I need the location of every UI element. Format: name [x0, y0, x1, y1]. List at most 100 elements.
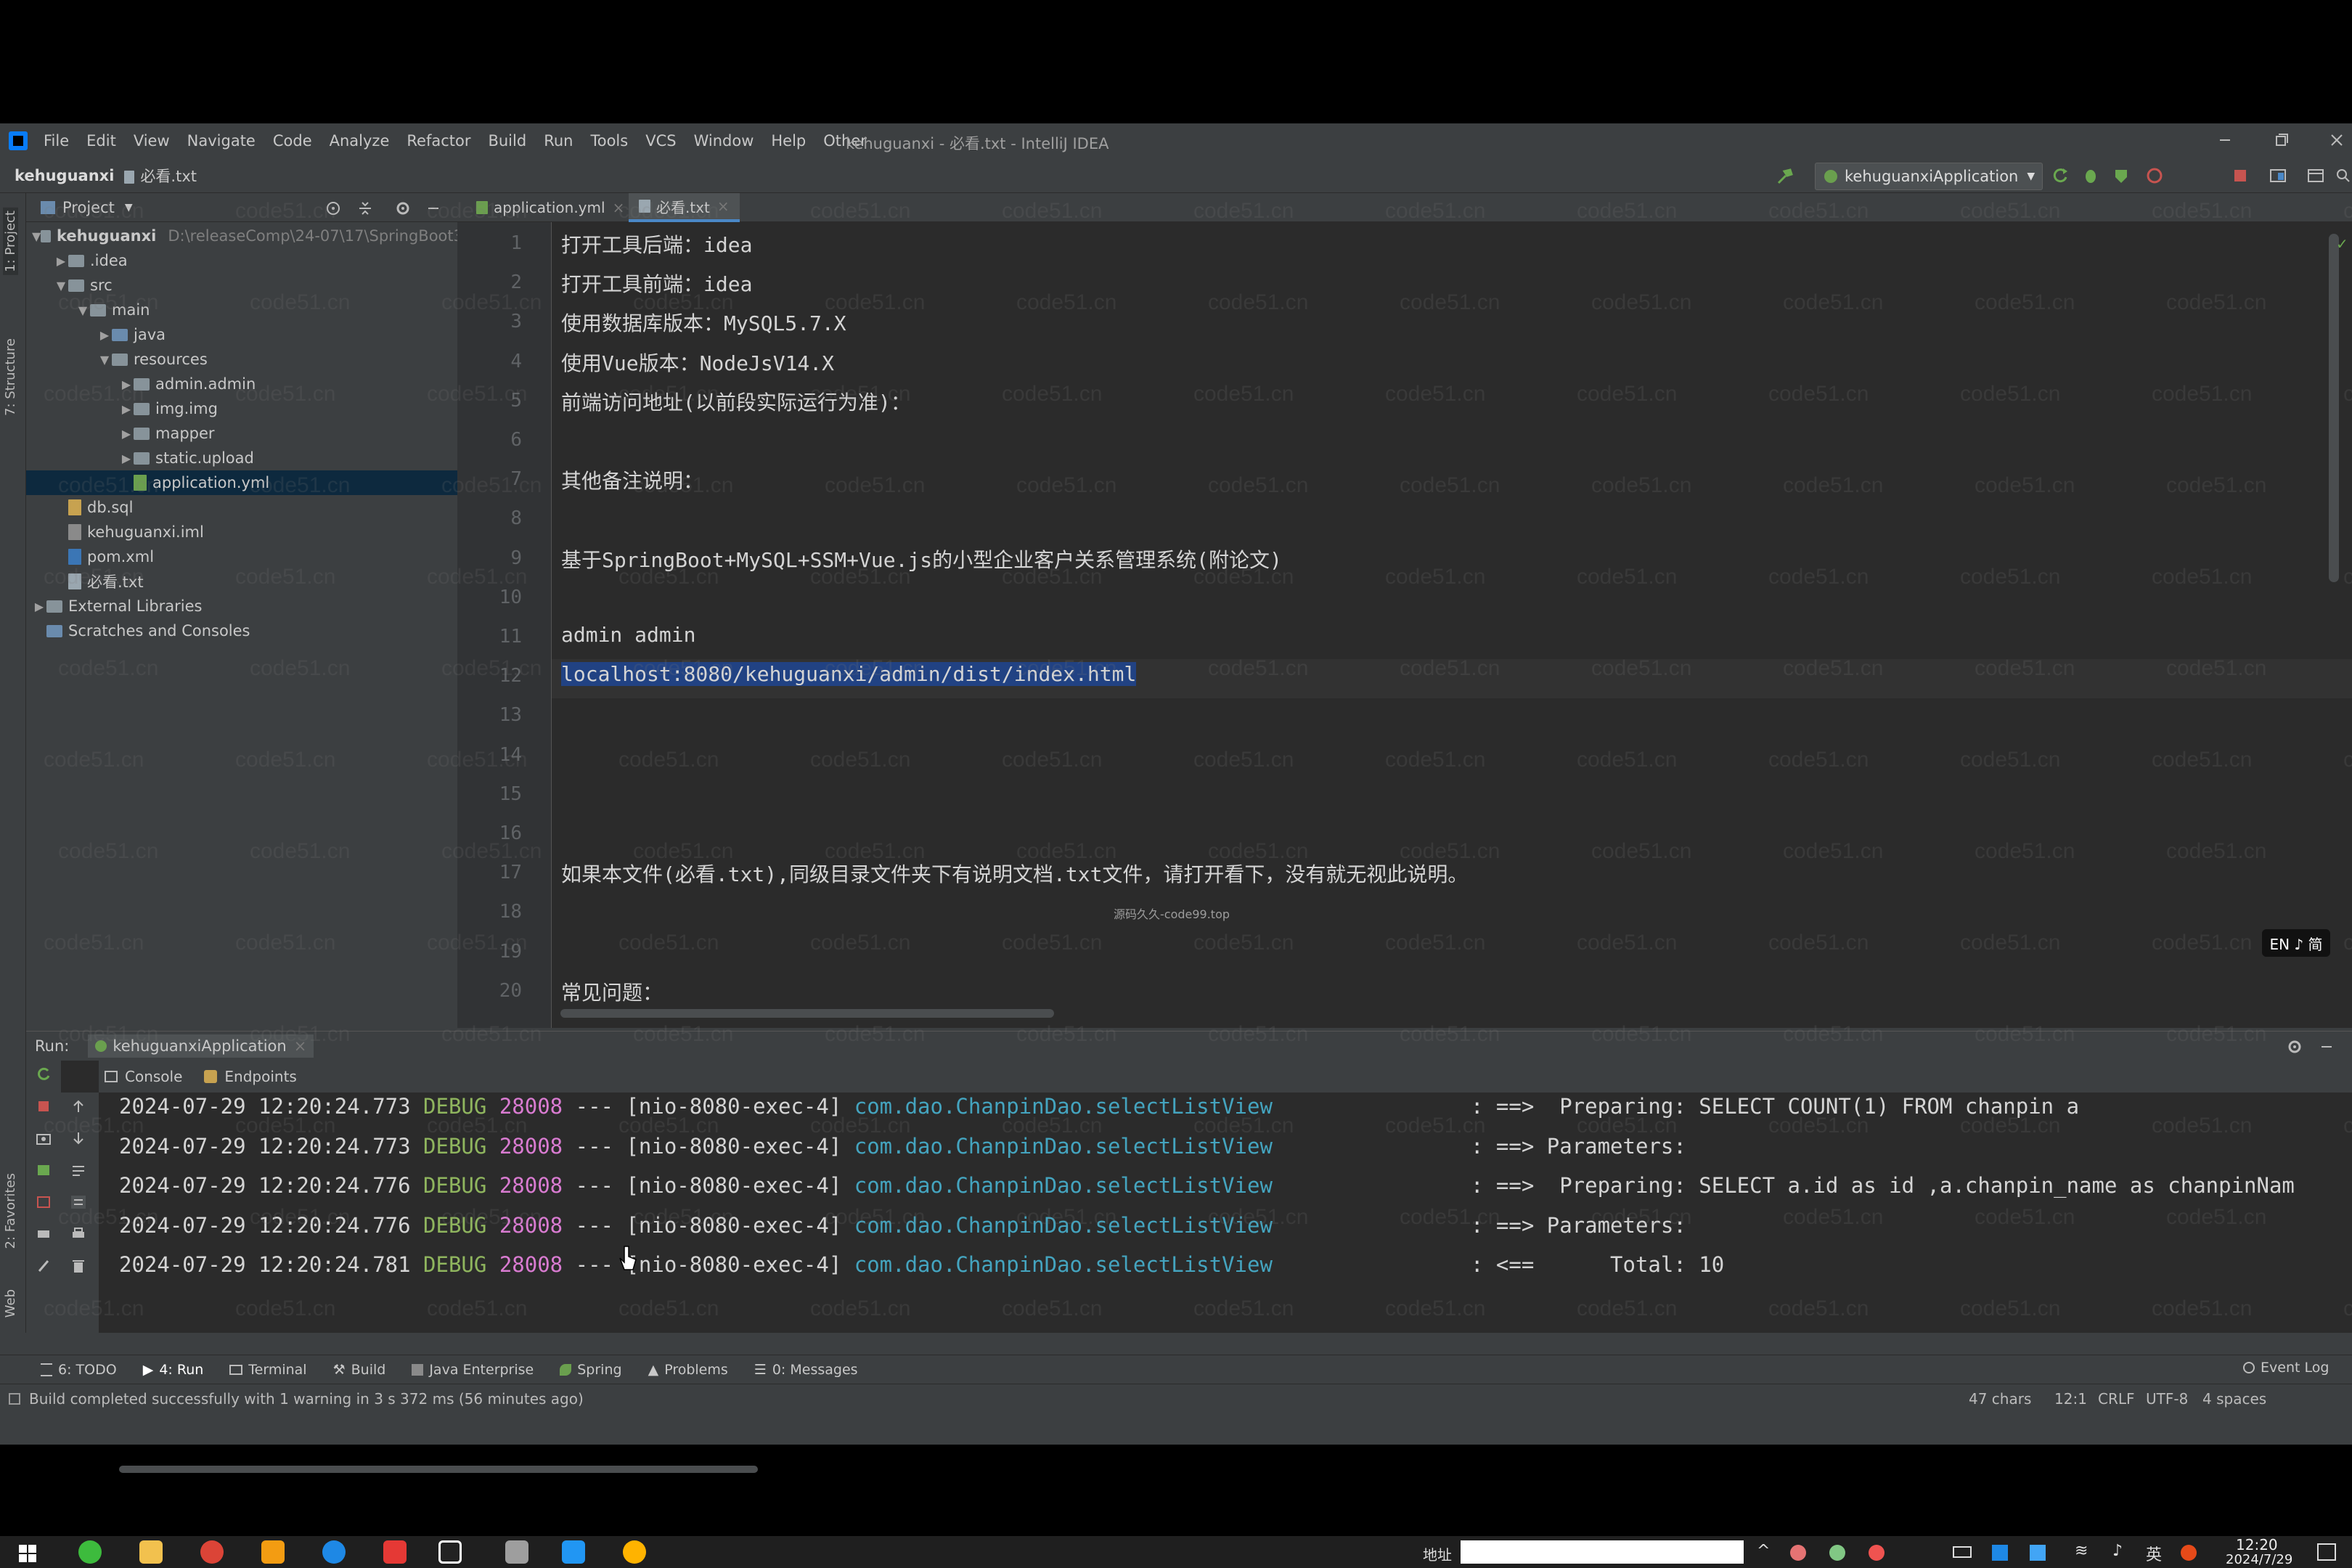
inspection-ok-icon[interactable]: ✓: [2336, 235, 2348, 253]
menu-file[interactable]: File: [35, 132, 78, 150]
windows-start-icon[interactable]: [17, 1543, 38, 1564]
run-tab-app[interactable]: kehuguanxiApplication ×: [88, 1034, 314, 1058]
app-window-icon[interactable]: [505, 1540, 528, 1564]
gear-icon[interactable]: [393, 199, 412, 218]
tab-terminal[interactable]: Terminal: [229, 1362, 307, 1378]
tray-app-icon[interactable]: [1790, 1545, 1806, 1561]
volume-icon[interactable]: ♪: [2112, 1542, 2123, 1560]
chevron-down-icon[interactable]: ▼: [75, 303, 90, 317]
gear-icon[interactable]: [2285, 1037, 2304, 1056]
wifi-icon[interactable]: ≋: [2075, 1542, 2088, 1560]
exit-icon[interactable]: [35, 1194, 52, 1210]
selected-text[interactable]: localhost:8080/kehuguanxi/admin/dist/ind…: [561, 662, 1137, 687]
debug-app-icon[interactable]: [35, 1162, 52, 1178]
menu-help[interactable]: Help: [762, 132, 814, 150]
status-caret-position[interactable]: 12:1: [2054, 1390, 2087, 1408]
chevron-right-icon[interactable]: ▶: [119, 377, 134, 391]
tree-item[interactable]: ▼ main: [26, 298, 507, 322]
chevron-right-icon[interactable]: ▶: [119, 452, 134, 465]
chevron-down-icon[interactable]: ▼: [54, 279, 68, 293]
tray-app-icon[interactable]: [1869, 1545, 1885, 1561]
yellow-app-icon[interactable]: [623, 1540, 646, 1564]
chevron-down-icon[interactable]: ▼: [32, 229, 41, 243]
editor-vertical-scrollbar[interactable]: [2329, 234, 2339, 582]
restore-icon[interactable]: [2271, 129, 2292, 151]
menu-analyze[interactable]: Analyze: [321, 132, 399, 150]
ime-indicator[interactable]: EN ♪ 简: [2262, 929, 2330, 957]
chevron-down-icon[interactable]: ▼: [125, 202, 133, 213]
tab-java-enterprise[interactable]: Java Enterprise: [412, 1362, 534, 1378]
editor-horizontal-scrollbar[interactable]: [560, 1009, 1054, 1018]
address-input[interactable]: [1461, 1540, 1744, 1564]
tab-project-tool[interactable]: 1: Project: [3, 208, 18, 275]
menu-edit[interactable]: Edit: [78, 132, 125, 150]
notification-icon[interactable]: [2317, 1543, 2336, 1561]
menu-code[interactable]: Code: [264, 132, 321, 150]
search-icon[interactable]: [2335, 166, 2352, 186]
menu-build[interactable]: Build: [479, 132, 535, 150]
tree-item[interactable]: pom.xml: [26, 544, 485, 569]
menu-run[interactable]: Run: [535, 132, 581, 150]
chevron-right-icon[interactable]: ▶: [119, 402, 134, 416]
tray-app-icon[interactable]: [1829, 1545, 1845, 1561]
tab-console[interactable]: Console: [105, 1068, 182, 1085]
tab-bikan-txt[interactable]: 必看.txt ×: [629, 193, 740, 222]
chevron-right-icon[interactable]: ▶: [54, 254, 68, 268]
camera-icon[interactable]: [35, 1130, 52, 1146]
menu-window[interactable]: Window: [685, 132, 763, 150]
stop-icon[interactable]: [2230, 166, 2250, 186]
arrow-down-icon[interactable]: [70, 1130, 87, 1146]
chevron-right-icon[interactable]: ▶: [32, 600, 46, 613]
tree-item[interactable]: ▼ kehuguanxi D:\releaseComp\24-07\17\Sprin…: [26, 224, 463, 248]
sublime-icon[interactable]: [261, 1540, 285, 1564]
project-structure-icon[interactable]: [2268, 166, 2288, 186]
menu-vcs[interactable]: VCS: [637, 132, 685, 150]
tab-close-icon[interactable]: ×: [294, 1037, 307, 1055]
keyboard-icon[interactable]: [1953, 1546, 1972, 1558]
tab-structure-tool[interactable]: 7: Structure: [3, 338, 18, 416]
qq-browser-icon[interactable]: [562, 1540, 585, 1564]
tray-app-icon[interactable]: [2030, 1545, 2046, 1561]
status-message[interactable]: Build completed successfully with 1 warn…: [29, 1390, 584, 1408]
pin-icon[interactable]: [35, 1258, 52, 1274]
clock-date[interactable]: 2024/7/29: [2226, 1552, 2292, 1567]
breadcrumb-project[interactable]: kehuguanxi: [0, 167, 114, 184]
wps-icon[interactable]: [383, 1540, 407, 1564]
coverage-icon[interactable]: [2111, 166, 2131, 186]
clock-time[interactable]: 12:20: [2236, 1536, 2278, 1553]
tree-item[interactable]: ▼ src: [26, 273, 485, 298]
menu-view[interactable]: View: [125, 132, 179, 150]
tree-item[interactable]: ▶ External Libraries: [26, 594, 463, 618]
tray-app-icon[interactable]: [1992, 1545, 2008, 1561]
tray-app-icon[interactable]: [2181, 1545, 2197, 1561]
arrow-up-icon[interactable]: [70, 1098, 87, 1114]
tree-item[interactable]: Scratches and Consoles: [26, 618, 463, 643]
tree-item[interactable]: ▶ .idea: [26, 248, 485, 273]
tab-application-yml[interactable]: application.yml ×: [466, 193, 634, 222]
collapse-all-icon[interactable]: [356, 199, 375, 218]
minimize-icon[interactable]: [2214, 129, 2236, 151]
hide-panel-icon[interactable]: [2317, 1037, 2336, 1056]
status-encoding[interactable]: UTF-8: [2146, 1390, 2188, 1408]
tab-spring[interactable]: Spring: [560, 1362, 622, 1378]
chevron-right-icon[interactable]: ▶: [119, 427, 134, 441]
print-icon[interactable]: [70, 1226, 87, 1242]
console-horizontal-scrollbar[interactable]: [119, 1466, 758, 1473]
layout-icon[interactable]: [2306, 166, 2326, 186]
tab-web-tool[interactable]: Web: [3, 1289, 18, 1318]
tab-endpoints[interactable]: Endpoints: [204, 1068, 297, 1085]
tab-close-icon[interactable]: ×: [613, 199, 625, 216]
trash-icon[interactable]: [70, 1258, 87, 1274]
tab-problems[interactable]: ▲ Problems: [648, 1362, 728, 1378]
tree-item[interactable]: 必看.txt: [26, 569, 485, 594]
tab-run[interactable]: ▶ 4: Run: [143, 1362, 204, 1378]
rerun-icon[interactable]: [35, 1066, 52, 1082]
status-indent[interactable]: 4 spaces: [2202, 1390, 2266, 1408]
tree-item[interactable]: db.sql: [26, 495, 485, 520]
chevron-up-icon[interactable]: ^: [1757, 1542, 1770, 1560]
tab-todo[interactable]: 6: TODO: [41, 1362, 117, 1378]
tab-build[interactable]: ⚒ Build: [333, 1362, 386, 1378]
status-line-separator[interactable]: CRLF: [2098, 1390, 2135, 1408]
event-log-button[interactable]: Event Log: [2243, 1360, 2329, 1376]
tab-favorites-tool[interactable]: 2: Favorites: [3, 1173, 18, 1249]
